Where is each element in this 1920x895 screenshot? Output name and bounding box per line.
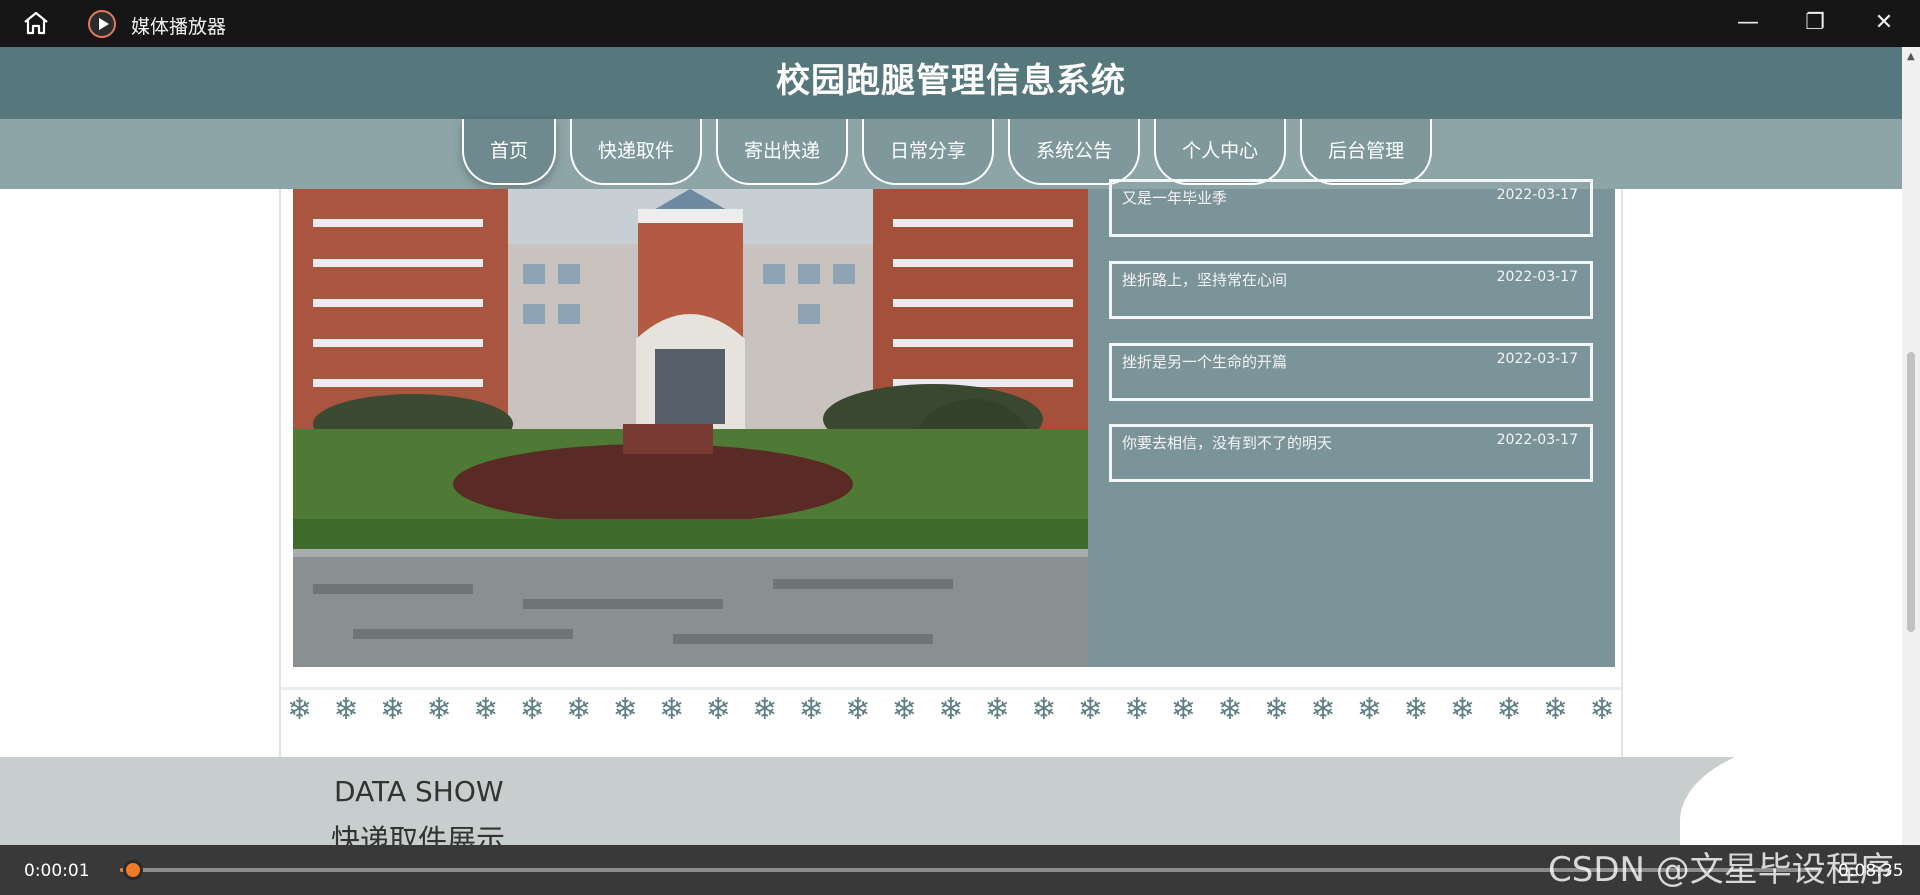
snowflake-icon: ❄: [752, 692, 778, 727]
snowflake-icon: ❄: [1589, 692, 1615, 727]
snowflake-divider: ❄ ❄ ❄ ❄ ❄ ❄ ❄ ❄ ❄ ❄ ❄ ❄ ❄ ❄ ❄ ❄ ❄ ❄ ❄ ❄ …: [281, 687, 1621, 727]
player-title: 媒体播放器: [131, 16, 227, 38]
snowflake-icon: ❄: [1170, 692, 1196, 727]
notice-title: 你要去相信，没有到不了的明天: [1122, 434, 1333, 452]
snowflake-icon: ❄: [287, 692, 313, 727]
campus-photo: [293, 189, 1088, 667]
snowflake-icon: ❄: [1217, 692, 1243, 727]
snowflake-icon: ❄: [1449, 692, 1476, 727]
snowflake-icon: ❄: [798, 692, 824, 727]
snowflake-icon: ❄: [845, 692, 871, 727]
snowflake-icon: ❄: [612, 692, 638, 727]
player-title-bar: 媒体播放器 — ❐ ✕: [0, 0, 1920, 47]
decorative-wave: [1680, 737, 1902, 845]
nav-daily-share[interactable]: 日常分享: [862, 119, 995, 185]
scrollbar-thumb[interactable]: [1907, 352, 1915, 632]
site-title: 校园跑腿管理信息系统: [776, 61, 1126, 101]
nav-home[interactable]: 首页: [462, 119, 557, 185]
snowflake-icon: ❄: [984, 692, 1010, 727]
nav-announcements[interactable]: 系统公告: [1008, 119, 1141, 185]
site-header: 校园跑腿管理信息系统: [0, 47, 1902, 119]
snowflake-icon: ❄: [891, 692, 917, 727]
section-heading-cn: 快递取件展示: [331, 823, 506, 845]
snowflake-icon: ❄: [1403, 692, 1429, 727]
play-circle-icon: [88, 10, 116, 38]
snowflake-icon: ❄: [333, 692, 359, 727]
watermark-text: CSDN @文星毕设程序: [1548, 850, 1894, 890]
current-time: 0:00:01: [24, 861, 90, 881]
home-icon[interactable]: [22, 10, 50, 36]
snowflake-icon: ❄: [1496, 692, 1522, 727]
nav-admin[interactable]: 后台管理: [1300, 119, 1433, 185]
snowflake-icon: ❄: [1542, 692, 1569, 727]
list-item[interactable]: 挫折是另一个生命的开篇 2022-03-17: [1109, 343, 1593, 401]
announcement-list: 又是一年毕业季 2022-03-17 挫折路上，坚持常在心间 2022-03-1…: [1088, 179, 1615, 667]
notice-date: 2022-03-17: [1496, 351, 1578, 367]
snowflake-icon: ❄: [1310, 692, 1336, 727]
notice-title: 又是一年毕业季: [1122, 189, 1228, 207]
snowflake-icon: ❄: [1077, 692, 1103, 727]
campus-building-image: [293, 189, 1088, 667]
seek-handle[interactable]: [123, 860, 143, 880]
list-item[interactable]: 又是一年毕业季 2022-03-17: [1109, 179, 1593, 237]
notice-date: 2022-03-17: [1496, 432, 1578, 448]
nav-send-express[interactable]: 寄出快递: [716, 119, 849, 185]
snowflake-icon: ❄: [426, 692, 452, 727]
list-item[interactable]: 你要去相信，没有到不了的明天 2022-03-17: [1109, 424, 1593, 482]
snowflake-icon: ❄: [938, 692, 964, 727]
notice-date: 2022-03-17: [1496, 187, 1578, 203]
snowflake-icon: ❄: [566, 692, 592, 727]
data-show-section: DATA SHOW 快递取件展示: [0, 737, 1902, 845]
list-item[interactable]: 挫折路上，坚持常在心间 2022-03-17: [1109, 261, 1593, 319]
snowflake-icon: ❄: [1031, 692, 1057, 727]
snowflake-icon: ❄: [473, 692, 499, 727]
banner-card: 又是一年毕业季 2022-03-17 挫折路上，坚持常在心间 2022-03-1…: [279, 179, 1623, 776]
notice-title: 挫折是另一个生命的开篇: [1122, 353, 1288, 371]
snowflake-icon: ❄: [659, 692, 685, 727]
nav-personal-center[interactable]: 个人中心: [1154, 119, 1287, 185]
close-icon[interactable]: ✕: [1864, 8, 1904, 38]
snowflake-icon: ❄: [1263, 692, 1289, 727]
main-nav: 首页 快递取件 寄出快递 日常分享 系统公告 个人中心 后台管理: [0, 119, 1902, 189]
nav-express-pickup[interactable]: 快递取件: [570, 119, 703, 185]
minimize-icon[interactable]: —: [1728, 8, 1768, 38]
notice-date: 2022-03-17: [1496, 269, 1578, 285]
snowflake-icon: ❄: [1124, 692, 1150, 727]
section-heading-en: DATA SHOW: [334, 775, 504, 808]
restore-icon[interactable]: ❐: [1795, 8, 1835, 38]
snowflake-icon: ❄: [519, 692, 545, 727]
snowflake-icon: ❄: [380, 692, 406, 727]
snowflake-icon: ❄: [705, 692, 731, 727]
website-viewport: 校园跑腿管理信息系统 首页 快递取件 寄出快递 日常分享 系统公告 个人中心 后…: [0, 47, 1902, 845]
page-scrollbar[interactable]: ▲: [1902, 47, 1920, 845]
scroll-up-icon[interactable]: ▲: [1907, 51, 1915, 62]
notice-title: 挫折路上，坚持常在心间: [1122, 271, 1288, 289]
snowflake-icon: ❄: [1356, 692, 1382, 727]
